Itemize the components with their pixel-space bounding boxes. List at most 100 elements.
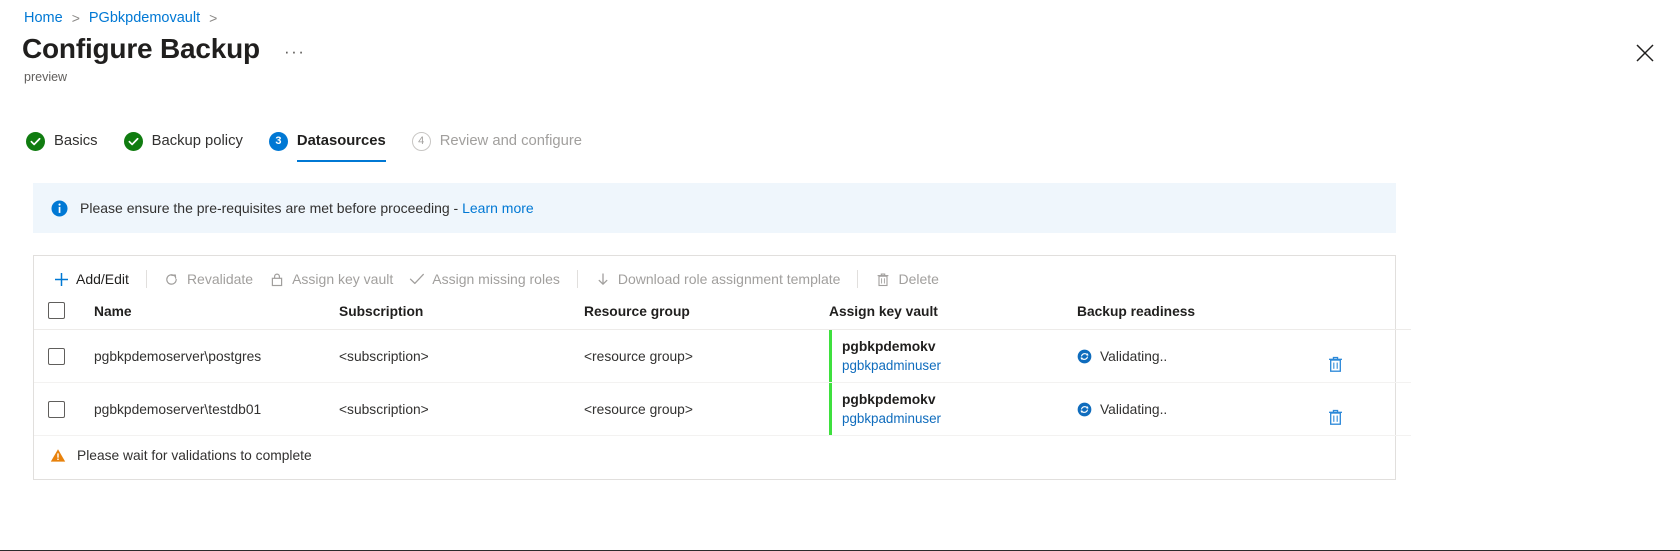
assign-key-vault-button[interactable]: Assign key vault	[261, 264, 401, 294]
row-delete-icon[interactable]	[1327, 355, 1411, 373]
key-vault-name: pgbkpdemokv	[842, 339, 936, 354]
check-icon	[409, 271, 425, 287]
breadcrumb-item-vault[interactable]: PGbkpdemovault	[89, 10, 200, 26]
row-backup-readiness-cell: Validating..	[1077, 329, 1327, 383]
toolbar-divider-2	[576, 270, 578, 288]
plus-icon	[53, 271, 69, 287]
key-vault-user-link[interactable]: pgbkpadminuser	[842, 409, 1077, 428]
check-icon	[26, 131, 45, 151]
table-row[interactable]: pgbkpdemoserver\postgres <subscription> …	[34, 329, 1411, 383]
row-name-cell: pgbkpdemoserver\postgres	[94, 329, 339, 383]
row-checkbox[interactable]	[48, 347, 65, 365]
delete-button[interactable]: Delete	[867, 264, 946, 294]
row-actions-cell	[1327, 329, 1411, 383]
validation-warning-text: Please wait for validations to complete	[77, 447, 312, 463]
wizard-step-backup-policy[interactable]: Backup policy	[123, 126, 243, 162]
info-icon	[51, 200, 68, 217]
step-number-badge: 3	[268, 131, 288, 151]
column-header-resource-group[interactable]: Resource group	[584, 302, 829, 330]
wizard-steps: Basics Backup policy 3 Datasources 4 Rev…	[26, 126, 608, 162]
revalidate-label: Revalidate	[186, 271, 254, 287]
row-resource-group-cell: <resource group>	[584, 329, 829, 383]
row-subscription-cell: <subscription>	[339, 329, 584, 383]
row-subscription-cell: <subscription>	[339, 382, 584, 436]
column-header-assign-key-vault[interactable]: Assign key vault	[829, 302, 1077, 330]
table-header: Name Subscription Resource group Assign …	[34, 302, 1411, 330]
info-banner-text: Please ensure the pre-requisites are met…	[80, 200, 534, 216]
wizard-step-basics[interactable]: Basics	[26, 126, 98, 162]
info-banner-message: Please ensure the pre-requisites are met…	[80, 200, 463, 216]
more-options-button[interactable]: ···	[280, 40, 309, 64]
row-backup-readiness-cell: Validating..	[1077, 382, 1327, 436]
backup-readiness-status: Validating..	[1100, 401, 1168, 417]
select-all-checkbox[interactable]	[48, 302, 65, 319]
assign-missing-roles-label: Assign missing roles	[432, 271, 560, 287]
resource-group-value: <resource group>	[584, 401, 693, 417]
key-vault-name: pgbkpdemokv	[842, 392, 936, 407]
configure-backup-blade: Home > PGbkpdemovault > Configure Backup…	[0, 0, 1680, 551]
step-number-badge: 4	[411, 131, 431, 151]
breadcrumb: Home > PGbkpdemovault >	[24, 8, 226, 28]
row-name-cell: pgbkpdemoserver\testdb01	[94, 382, 339, 436]
prerequisites-info-banner: Please ensure the pre-requisites are met…	[33, 183, 1396, 233]
table-header-row: Name Subscription Resource group Assign …	[34, 302, 1411, 330]
download-role-assignment-template-label: Download role assignment template	[617, 271, 841, 287]
close-icon[interactable]	[1634, 42, 1656, 64]
wizard-step-label-backup-policy: Backup policy	[151, 133, 243, 149]
datasource-name: pgbkpdemoserver\testdb01	[94, 401, 262, 417]
row-key-vault-cell: pgbkpdemokv pgbkpadminuser	[829, 382, 1077, 436]
datasources-table: Name Subscription Resource group Assign …	[34, 302, 1411, 436]
column-header-name[interactable]: Name	[94, 302, 339, 330]
backup-readiness-status: Validating..	[1100, 348, 1168, 364]
table-row[interactable]: pgbkpdemoserver\testdb01 <subscription> …	[34, 382, 1411, 436]
wizard-step-label-review: Review and configure	[439, 133, 583, 149]
wizard-step-review-and-configure[interactable]: 4 Review and configure	[411, 126, 583, 162]
wizard-step-label-basics: Basics	[54, 133, 98, 149]
download-icon	[595, 271, 611, 287]
sync-icon	[1077, 402, 1092, 417]
column-header-subscription[interactable]: Subscription	[339, 302, 584, 330]
preview-label: preview	[24, 70, 68, 84]
subscription-value: <subscription>	[339, 348, 429, 364]
warning-icon	[50, 448, 66, 463]
datasources-toolbar: Add/Edit Revalidate Assign key vault Ass…	[34, 256, 1395, 302]
datasource-name: pgbkpdemoserver\postgres	[94, 348, 262, 364]
check-icon	[123, 131, 143, 151]
refresh-icon	[164, 271, 180, 287]
subscription-value: <subscription>	[339, 401, 429, 417]
row-resource-group-cell: <resource group>	[584, 382, 829, 436]
assign-missing-roles-button[interactable]: Assign missing roles	[401, 264, 568, 294]
row-select-cell	[34, 382, 94, 436]
delete-label: Delete	[898, 271, 939, 287]
row-select-cell	[34, 329, 94, 383]
add-edit-label: Add/Edit	[76, 271, 129, 287]
lock-icon	[269, 271, 285, 287]
row-delete-icon[interactable]	[1327, 408, 1411, 426]
wizard-step-label-datasources: Datasources	[296, 133, 386, 149]
learn-more-link[interactable]: Learn more	[462, 200, 534, 216]
page-title: Configure Backup	[22, 33, 260, 64]
column-header-backup-readiness[interactable]: Backup readiness	[1077, 302, 1327, 330]
sync-icon	[1077, 349, 1092, 364]
toolbar-divider-3	[857, 270, 859, 288]
title-row: Configure Backup ···	[22, 32, 309, 66]
key-vault-user-link[interactable]: pgbkpadminuser	[842, 356, 1077, 375]
table-body: pgbkpdemoserver\postgres <subscription> …	[34, 329, 1411, 436]
toolbar-divider	[145, 270, 147, 288]
backup-readiness-block: Validating..	[1077, 349, 1327, 364]
row-checkbox[interactable]	[48, 400, 65, 418]
download-role-assignment-template-button[interactable]: Download role assignment template	[587, 264, 849, 294]
revalidate-button[interactable]: Revalidate	[156, 264, 261, 294]
row-actions-cell	[1327, 382, 1411, 436]
resource-group-value: <resource group>	[584, 348, 693, 364]
breadcrumb-item-home[interactable]: Home	[24, 10, 63, 26]
breadcrumb-separator-icon-2: >	[209, 10, 218, 26]
assign-key-vault-label: Assign key vault	[292, 271, 394, 287]
validation-warning: Please wait for validations to complete	[34, 436, 1395, 474]
column-header-actions	[1327, 302, 1411, 330]
datasources-panel: Add/Edit Revalidate Assign key vault Ass…	[33, 255, 1411, 480]
key-vault-block: pgbkpdemokv pgbkpadminuser	[829, 383, 1077, 435]
wizard-step-datasources[interactable]: 3 Datasources	[268, 126, 386, 162]
key-vault-block: pgbkpdemokv pgbkpadminuser	[829, 330, 1077, 382]
add-edit-button[interactable]: Add/Edit	[45, 264, 137, 294]
